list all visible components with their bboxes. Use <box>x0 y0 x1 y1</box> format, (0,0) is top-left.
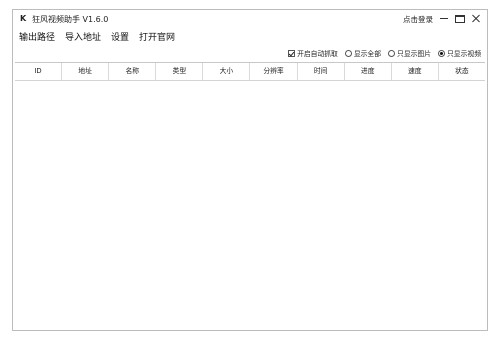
column-header-id[interactable]: ID <box>15 63 63 80</box>
menu-import-address[interactable]: 导入地址 <box>63 30 107 44</box>
window-title: 狂风视频助手 V1.6.0 <box>32 15 109 24</box>
auto-capture-label: 开启自动抓取 <box>297 50 338 58</box>
menu-open-website[interactable]: 打开官网 <box>137 30 181 44</box>
only-images-label: 只显示图片 <box>397 50 432 58</box>
menu-output-path[interactable]: 输出路径 <box>17 30 61 44</box>
show-all-radio[interactable] <box>344 49 352 57</box>
show-all-option[interactable]: 显示全部 <box>344 48 382 58</box>
download-table: ID 地址 名称 类型 大小 分辨率 时间 进度 速度 状态 <box>15 62 485 328</box>
menu-settings[interactable]: 设置 <box>109 30 135 44</box>
column-header-time[interactable]: 时间 <box>298 63 345 80</box>
only-images-radio[interactable] <box>388 49 396 57</box>
table-header: ID 地址 名称 类型 大小 分辨率 时间 进度 速度 状态 <box>15 63 485 81</box>
auto-capture-checkbox[interactable] <box>288 49 296 57</box>
only-videos-label: 只显示视频 <box>447 50 481 58</box>
app-logo-icon: K <box>20 14 27 23</box>
table-body[interactable] <box>15 81 485 328</box>
column-header-address[interactable]: 地址 <box>62 63 110 80</box>
login-link[interactable]: 点击登录 <box>403 14 433 25</box>
app-window: K 狂风视频助手 V1.6.0 点击登录 输出路径 导入地址 设置 打开官网 开… <box>12 9 488 331</box>
show-all-label: 显示全部 <box>353 50 382 58</box>
column-header-size[interactable]: 大小 <box>203 63 251 80</box>
only-images-option[interactable]: 只显示图片 <box>388 48 431 58</box>
title-bar: K 狂风视频助手 V1.6.0 点击登录 <box>13 10 487 28</box>
filter-options: 开启自动抓取 显示全部 只显示图片 只显示视频 <box>288 47 481 59</box>
maximize-icon[interactable] <box>453 12 467 25</box>
column-header-speed[interactable]: 速度 <box>392 63 439 80</box>
column-header-name[interactable]: 名称 <box>109 63 157 80</box>
only-videos-option[interactable]: 只显示视频 <box>438 48 481 58</box>
column-header-progress[interactable]: 进度 <box>345 63 392 80</box>
auto-capture-option[interactable]: 开启自动抓取 <box>288 48 338 58</box>
minimize-icon[interactable] <box>437 12 451 25</box>
menu-bar: 输出路径 导入地址 设置 打开官网 <box>17 30 181 44</box>
close-icon[interactable] <box>469 12 483 25</box>
only-videos-radio[interactable] <box>438 49 446 57</box>
column-header-type[interactable]: 类型 <box>156 63 204 80</box>
column-header-status[interactable]: 状态 <box>439 63 485 80</box>
column-header-resolution[interactable]: 分辨率 <box>250 63 298 80</box>
